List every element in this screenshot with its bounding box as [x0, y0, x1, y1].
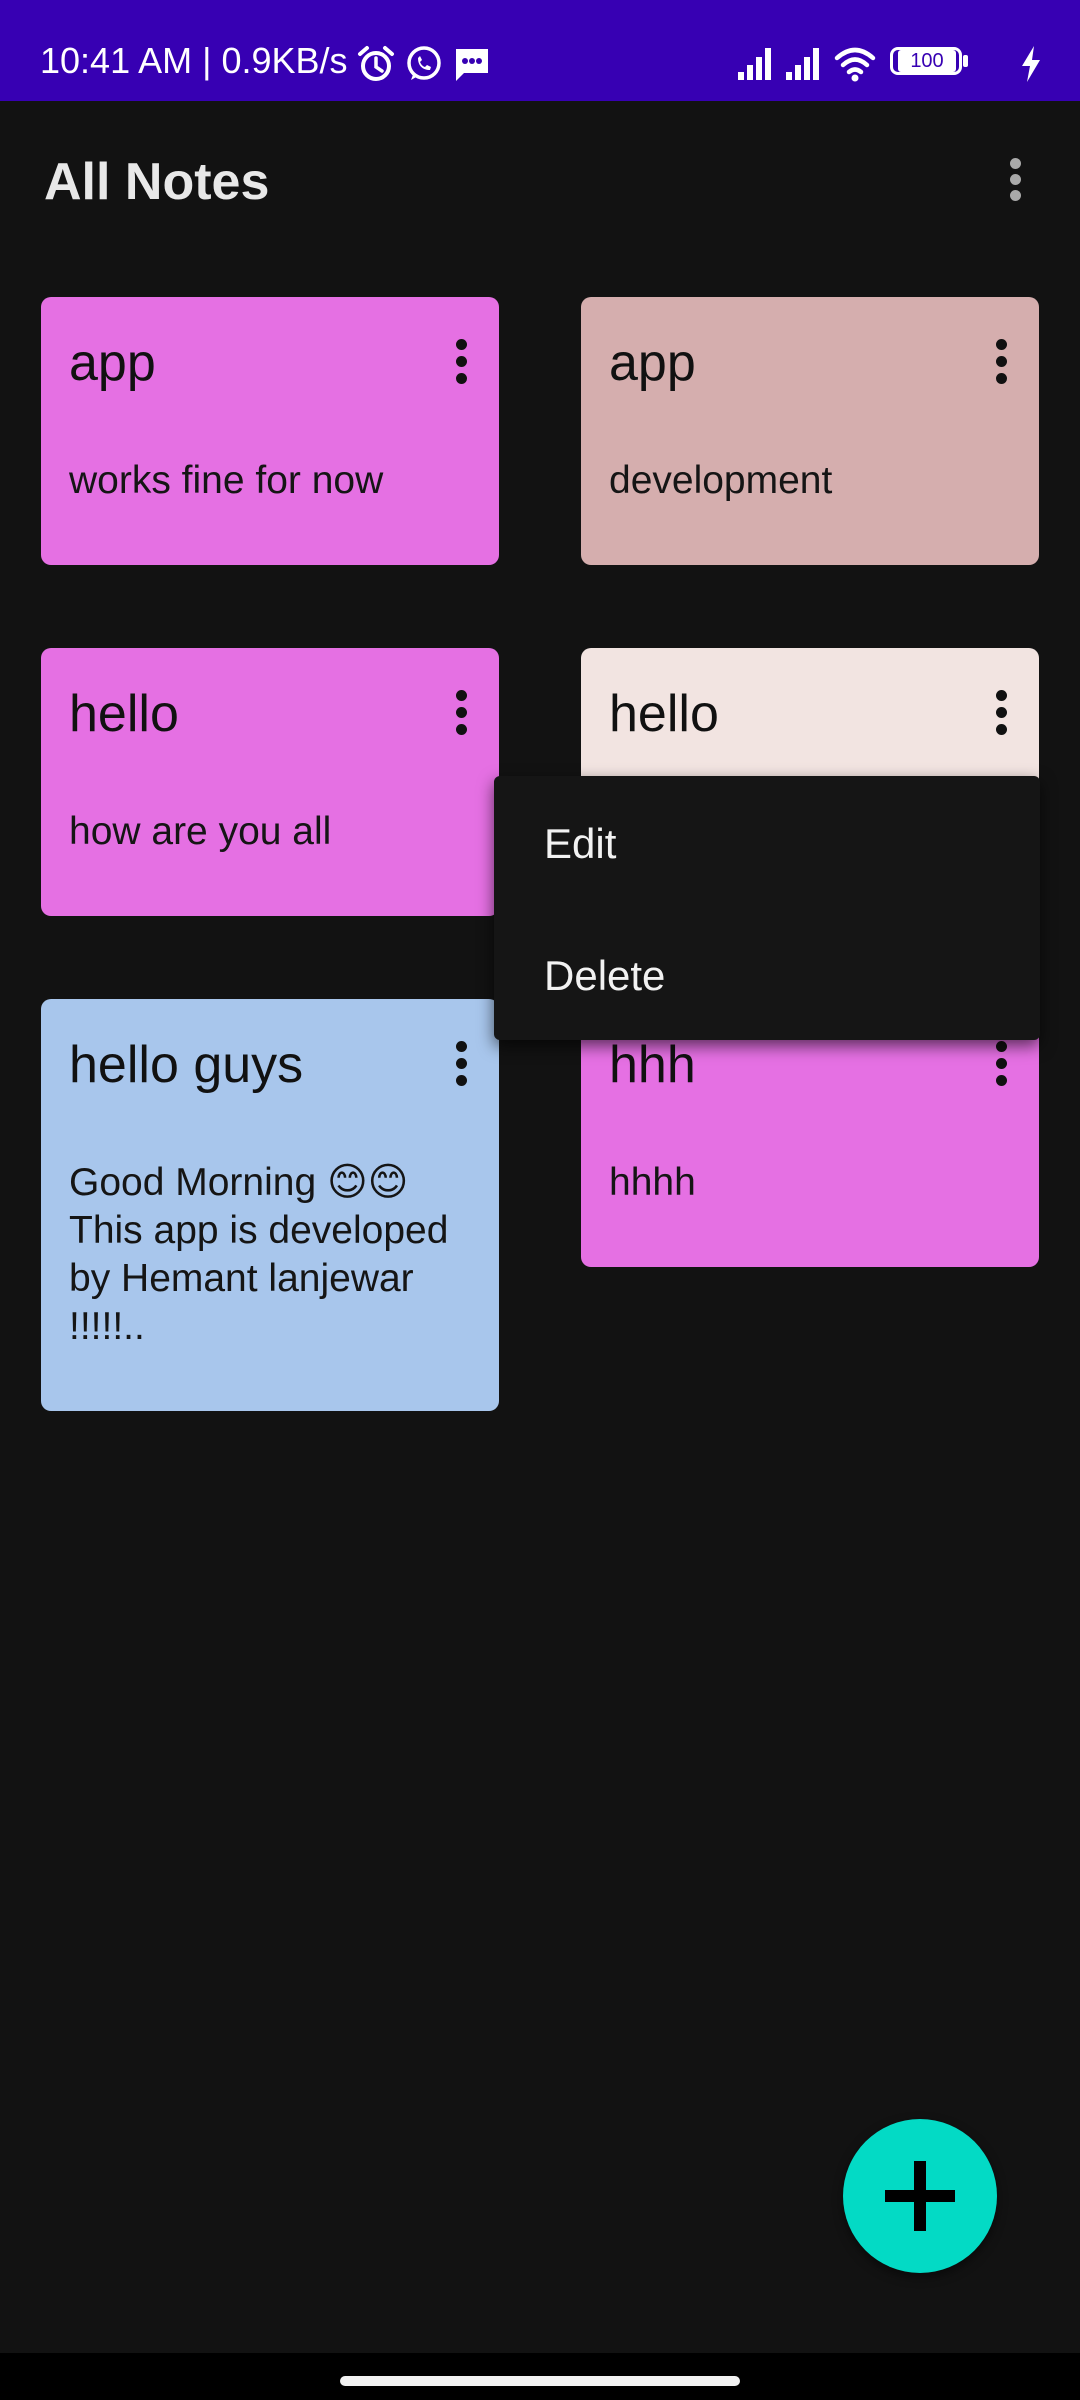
battery-level: 100	[898, 50, 956, 72]
note-body: hhhh	[609, 1161, 696, 1204]
home-indicator[interactable]	[340, 2376, 740, 2386]
whatsapp-icon	[407, 46, 441, 80]
note-title: hhh	[609, 1036, 696, 1094]
note-title: app	[609, 334, 696, 392]
edit-menu-item[interactable]: Edit	[544, 820, 616, 868]
note-body: Good Morning 😊😊 This app is developed by…	[69, 1161, 449, 1348]
signal-icon	[738, 48, 771, 80]
alarm-icon	[358, 46, 394, 81]
popup-menu: Edit Delete	[494, 776, 1040, 1040]
plus-icon	[885, 2161, 955, 2231]
note-body: how are you all	[69, 810, 332, 853]
note-title: app	[69, 334, 156, 392]
more-vert-icon[interactable]	[443, 686, 479, 740]
note-body: works fine for now	[69, 459, 384, 502]
more-vert-icon[interactable]	[983, 1037, 1019, 1091]
battery-icon: 100	[890, 44, 972, 78]
more-vert-icon[interactable]	[996, 150, 1036, 210]
message-icon	[456, 49, 488, 81]
status-bar: 10:41 AM | 0.9KB/s 100	[0, 0, 1080, 101]
wifi-icon	[834, 47, 876, 82]
note-title: hello	[69, 685, 179, 743]
signal-icon	[786, 48, 819, 80]
note-title: hello	[609, 685, 719, 743]
note-title: hello guys	[69, 1036, 304, 1094]
more-vert-icon[interactable]	[983, 335, 1019, 389]
note-card[interactable]: hello guys Good Morning 😊😊 This app is d…	[41, 999, 499, 1411]
page-title: All Notes	[44, 153, 270, 211]
more-vert-icon[interactable]	[443, 335, 479, 389]
note-card[interactable]: app works fine for now	[41, 297, 499, 565]
note-card[interactable]: app development	[581, 297, 1039, 565]
note-card[interactable]: hello how are you all	[41, 648, 499, 916]
note-body: development	[609, 459, 833, 502]
add-note-button[interactable]	[843, 2119, 997, 2273]
charging-icon	[1022, 46, 1040, 82]
more-vert-icon[interactable]	[443, 1037, 479, 1091]
more-vert-icon[interactable]	[983, 686, 1019, 740]
delete-menu-item[interactable]: Delete	[544, 952, 665, 1000]
status-time: 10:41 AM | 0.9KB/s	[40, 40, 348, 81]
